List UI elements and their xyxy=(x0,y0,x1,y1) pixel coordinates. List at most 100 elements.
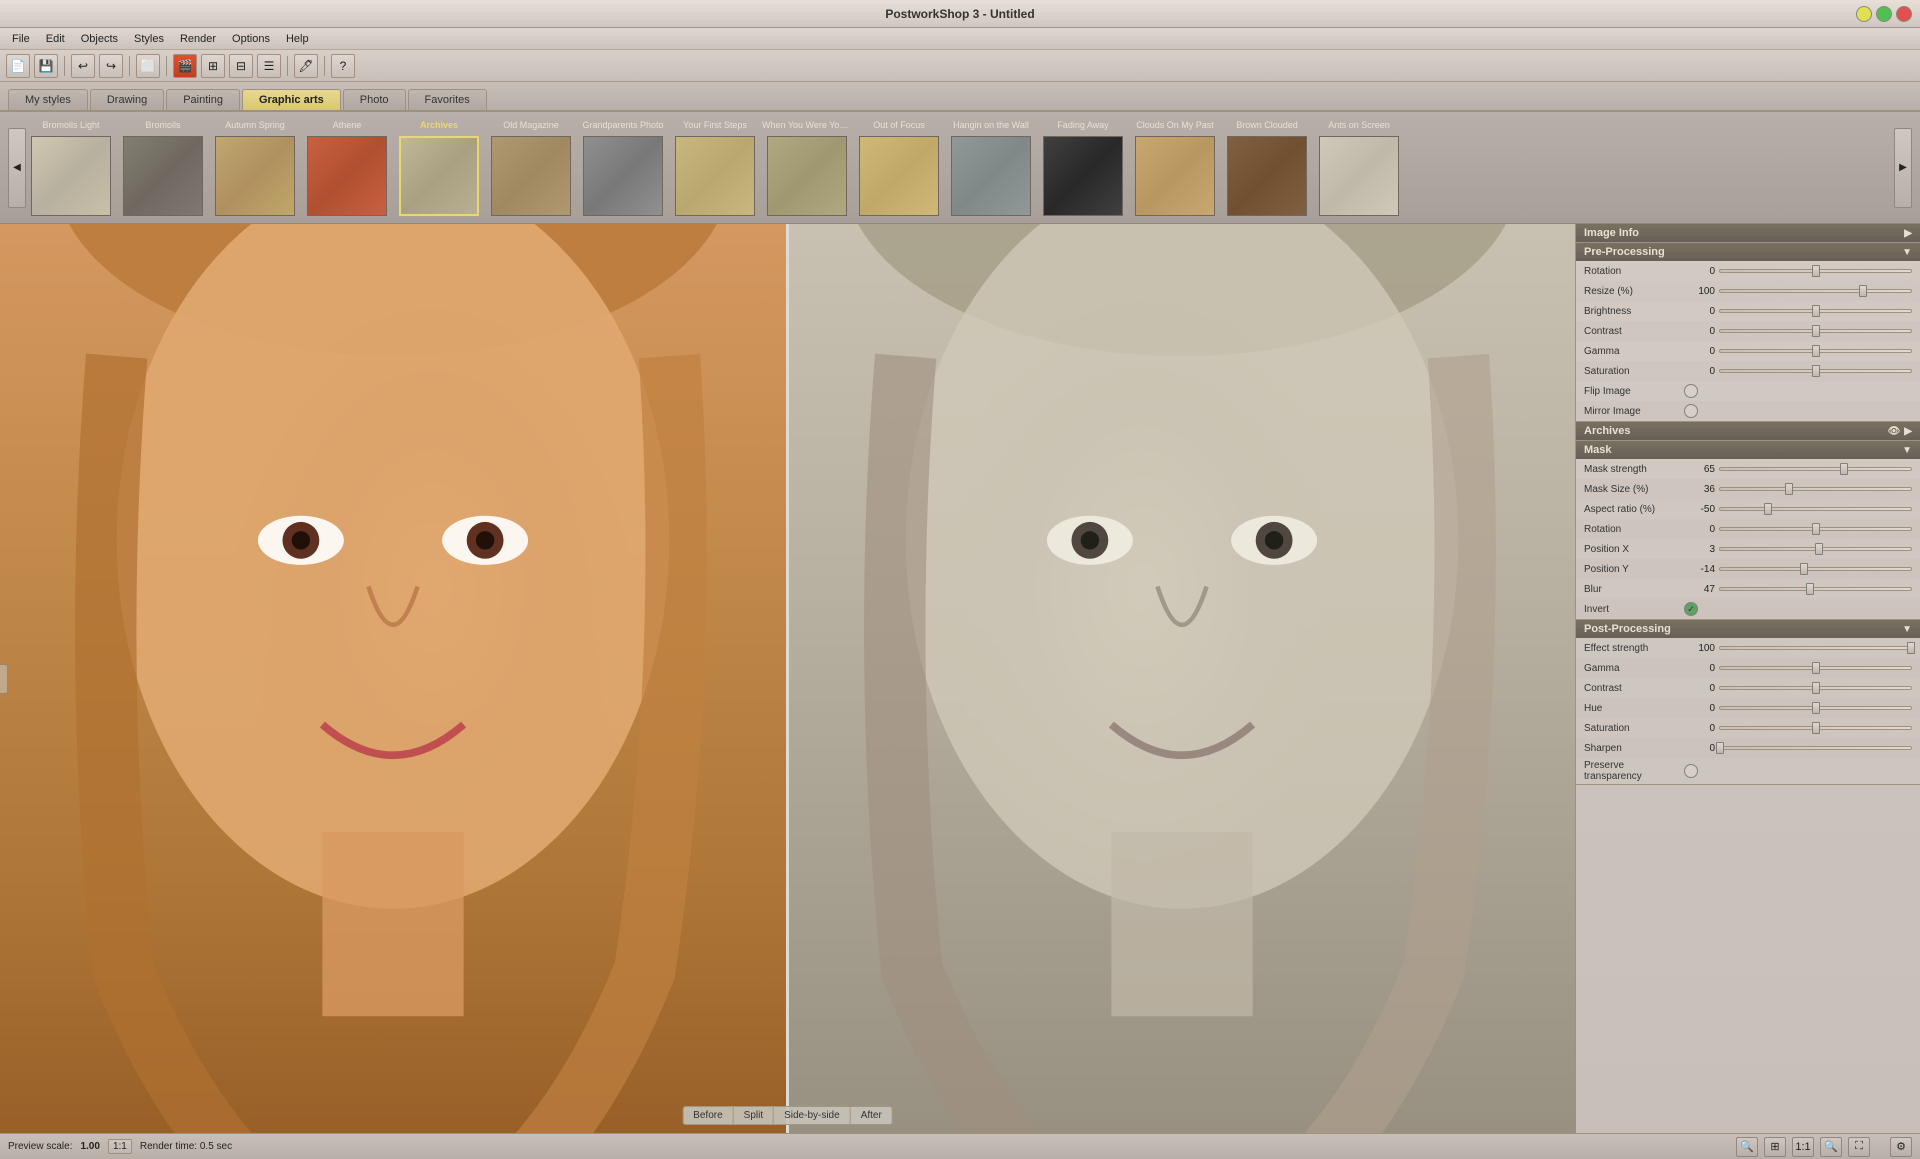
gallery-item-when-young[interactable]: When You Were Young xyxy=(762,120,852,216)
side-by-side-button[interactable]: Side-by-side xyxy=(774,1107,851,1124)
contrast-slider[interactable] xyxy=(1719,324,1912,338)
rotation-slider[interactable] xyxy=(1719,264,1912,278)
menu-options[interactable]: Options xyxy=(224,31,278,47)
pre-processing-header[interactable]: Pre-Processing ▼ xyxy=(1576,243,1920,261)
saturation-slider[interactable] xyxy=(1719,364,1912,378)
effect-strength-slider[interactable] xyxy=(1719,641,1912,655)
menu-edit[interactable]: Edit xyxy=(38,31,73,47)
tab-painting[interactable]: Painting xyxy=(166,89,240,110)
archives-eye-icon[interactable]: 👁 xyxy=(1888,426,1901,437)
split-button[interactable]: Split xyxy=(734,1107,774,1124)
gallery-item-autumn-spring[interactable]: Autumn Spring xyxy=(210,120,300,216)
tab-drawing[interactable]: Drawing xyxy=(90,89,164,110)
tab-photo[interactable]: Photo xyxy=(343,89,406,110)
position-y-slider[interactable] xyxy=(1719,562,1912,576)
gallery-item-clouds-on-my-past[interactable]: Clouds On My Past xyxy=(1130,120,1220,216)
archives-expand-icon[interactable]: ▶ xyxy=(1904,426,1912,437)
gallery-thumb[interactable] xyxy=(491,136,571,216)
gallery-item-out-of-focus[interactable]: Out of Focus xyxy=(854,120,944,216)
gallery-thumb[interactable] xyxy=(767,136,847,216)
redo-button[interactable]: ↪ xyxy=(99,54,123,78)
gallery-thumb[interactable] xyxy=(31,136,111,216)
menu-styles[interactable]: Styles xyxy=(126,31,172,47)
gallery-item-hangin-on-wall[interactable]: Hangin on the Wall xyxy=(946,120,1036,216)
layout-grid-button[interactable]: ⊞ xyxy=(201,54,225,78)
minimize-button[interactable] xyxy=(1856,6,1872,22)
hue-slider[interactable] xyxy=(1719,701,1912,715)
image-info-header[interactable]: Image Info ▶ xyxy=(1576,224,1920,242)
mask-header[interactable]: Mask ▼ xyxy=(1576,441,1920,459)
gallery-item-brown-clouded[interactable]: Brown Clouded xyxy=(1222,120,1312,216)
aspect-ratio-slider[interactable] xyxy=(1719,502,1912,516)
gallery-thumb[interactable] xyxy=(583,136,663,216)
post-gamma-slider[interactable] xyxy=(1719,661,1912,675)
close-button[interactable] xyxy=(1896,6,1912,22)
mirror-image-checkbox[interactable] xyxy=(1684,404,1698,418)
menu-help[interactable]: Help xyxy=(278,31,317,47)
fullscreen-button[interactable]: ⛶ xyxy=(1848,1137,1870,1157)
fit-screen-button[interactable]: ⊞ xyxy=(1764,1137,1786,1157)
gallery-item-athene[interactable]: Athene xyxy=(302,120,392,216)
tab-favorites[interactable]: Favorites xyxy=(408,89,487,110)
gallery-item-archives[interactable]: Archives xyxy=(394,120,484,216)
zoom-out-button[interactable]: 🔍 xyxy=(1736,1137,1758,1157)
menu-file[interactable]: File xyxy=(4,31,38,47)
flip-image-checkbox[interactable] xyxy=(1684,384,1698,398)
position-x-slider[interactable] xyxy=(1719,542,1912,556)
gallery-item-bromoils-light[interactable]: Bromoils Light xyxy=(26,120,116,216)
zoom-100-button[interactable]: 1:1 xyxy=(1792,1137,1814,1157)
save-button[interactable]: 💾 xyxy=(34,54,58,78)
gallery-thumb[interactable] xyxy=(123,136,203,216)
gallery-thumb[interactable] xyxy=(1319,136,1399,216)
gallery-next-button[interactable]: ▶ xyxy=(1894,128,1912,208)
layout-col-button[interactable]: ⊟ xyxy=(229,54,253,78)
gallery-thumb[interactable] xyxy=(215,136,295,216)
undo-button[interactable]: ↩ xyxy=(71,54,95,78)
sharpen-slider[interactable] xyxy=(1719,741,1912,755)
invert-checkbox[interactable]: ✓ xyxy=(1684,602,1698,616)
gallery-thumb[interactable] xyxy=(951,136,1031,216)
menu-render[interactable]: Render xyxy=(172,31,224,47)
gallery-item-bromoils[interactable]: Bromoils xyxy=(118,120,208,216)
blur-slider[interactable] xyxy=(1719,582,1912,596)
gallery-item-ants-on-screen[interactable]: Ants on Screen xyxy=(1314,120,1404,216)
mask-strength-slider[interactable] xyxy=(1719,462,1912,476)
layout-row-button[interactable]: ☰ xyxy=(257,54,281,78)
gallery-thumb[interactable] xyxy=(399,136,479,216)
tab-my-styles[interactable]: My styles xyxy=(8,89,88,110)
resize-slider[interactable] xyxy=(1719,284,1912,298)
post-saturation-slider[interactable] xyxy=(1719,721,1912,735)
gallery-item-fading-away[interactable]: Fading Away xyxy=(1038,120,1128,216)
gallery-prev-button[interactable]: ◀ xyxy=(8,128,26,208)
zoom-in-button[interactable]: 🔍 xyxy=(1820,1137,1842,1157)
gamma-slider[interactable] xyxy=(1719,344,1912,358)
mask-size-slider[interactable] xyxy=(1719,482,1912,496)
before-button[interactable]: Before xyxy=(683,1107,733,1124)
menu-objects[interactable]: Objects xyxy=(73,31,126,47)
after-button[interactable]: After xyxy=(851,1107,892,1124)
gallery-thumb[interactable] xyxy=(1135,136,1215,216)
new-button[interactable]: 📄 xyxy=(6,54,30,78)
help-button[interactable]: ? xyxy=(331,54,355,78)
gallery-thumb[interactable] xyxy=(307,136,387,216)
gallery-item-old-magazine[interactable]: Old Magazine xyxy=(486,120,576,216)
gallery-item-your-first-steps[interactable]: Your First Steps xyxy=(670,120,760,216)
archives-header[interactable]: Archives 👁 ▶ xyxy=(1576,422,1920,440)
post-processing-header[interactable]: Post-Processing ▼ xyxy=(1576,620,1920,638)
gallery-thumb[interactable] xyxy=(1043,136,1123,216)
select-button[interactable]: ⬜ xyxy=(136,54,160,78)
brightness-slider[interactable] xyxy=(1719,304,1912,318)
settings-button[interactable]: ⚙ xyxy=(1890,1137,1912,1157)
capture-button[interactable]: 🎬 xyxy=(173,54,197,78)
gallery-item-grandparents-photo[interactable]: Grandparents Photo xyxy=(578,120,668,216)
post-contrast-slider[interactable] xyxy=(1719,681,1912,695)
maximize-button[interactable] xyxy=(1876,6,1892,22)
paint-button[interactable]: 🖊 xyxy=(294,54,318,78)
split-handle[interactable] xyxy=(0,664,8,694)
gallery-thumb[interactable] xyxy=(859,136,939,216)
gallery-thumb[interactable] xyxy=(675,136,755,216)
gallery-thumb[interactable] xyxy=(1227,136,1307,216)
mask-rotation-slider[interactable] xyxy=(1719,522,1912,536)
tab-graphic-arts[interactable]: Graphic arts xyxy=(242,89,341,110)
preserve-transparency-checkbox[interactable] xyxy=(1684,764,1698,778)
